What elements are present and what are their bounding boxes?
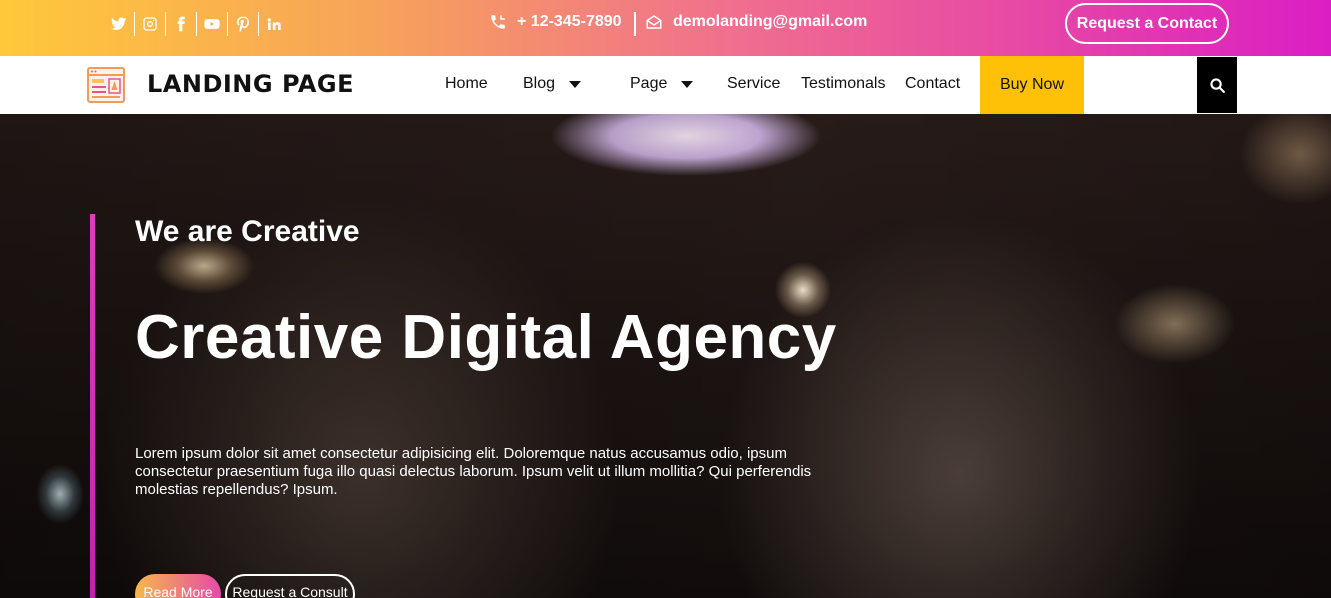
- hero-section: We are Creative Creative Digital Agency …: [0, 114, 1331, 598]
- divider: [227, 12, 228, 36]
- social-links: [104, 11, 289, 37]
- logo-icon[interactable]: [86, 66, 126, 104]
- youtube-icon[interactable]: [203, 15, 221, 33]
- nav-label: Home: [445, 75, 488, 92]
- envelope-open-icon: [646, 15, 662, 29]
- phone-number: + 12-345-7890: [517, 13, 622, 30]
- nav-item-page[interactable]: Page: [630, 75, 694, 93]
- caret-down-icon: [569, 80, 582, 88]
- email-contact[interactable]: demolanding@gmail.com: [645, 13, 867, 31]
- caret-down-icon: [681, 80, 694, 88]
- nav-item-service[interactable]: Service: [727, 75, 780, 93]
- phone-icon: [491, 15, 505, 29]
- hero-description: Lorem ipsum dolor sit amet consectetur a…: [135, 445, 812, 498]
- divider: [196, 12, 197, 36]
- linkedin-icon[interactable]: [265, 15, 283, 33]
- nav-label: Contact: [905, 75, 961, 92]
- nav-label: Service: [727, 75, 781, 92]
- request-consult-button[interactable]: Request a Consult: [225, 574, 355, 598]
- nav-item-contact[interactable]: Contact: [905, 75, 960, 93]
- email-address: demolanding@gmail.com: [673, 13, 868, 30]
- brand-name[interactable]: LANDING PAGE: [147, 70, 354, 98]
- hero-subtitle: We are Creative: [135, 215, 360, 248]
- pinterest-icon[interactable]: [234, 15, 252, 33]
- nav-label: Blog: [523, 75, 556, 92]
- search-button[interactable]: [1197, 57, 1237, 113]
- request-contact-button[interactable]: Request a Contact: [1065, 3, 1229, 44]
- search-icon: [1209, 77, 1225, 93]
- divider: [134, 12, 135, 36]
- hero-title: Creative Digital Agency: [135, 303, 837, 372]
- read-more-button[interactable]: Read More: [135, 574, 221, 598]
- nav-item-testimonals[interactable]: Testimonals: [801, 75, 885, 93]
- instagram-icon[interactable]: [141, 15, 159, 33]
- nav-label: Page: [630, 75, 668, 92]
- divider: [634, 12, 636, 36]
- nav-item-blog[interactable]: Blog: [523, 75, 582, 93]
- nav-item-home[interactable]: Home: [445, 75, 488, 93]
- phone-contact[interactable]: + 12-345-7890: [489, 13, 622, 31]
- divider: [165, 12, 166, 36]
- divider: [258, 12, 259, 36]
- facebook-icon[interactable]: [172, 15, 190, 33]
- top-bar: + 12-345-7890 demolanding@gmail.com Requ…: [0, 0, 1331, 56]
- nav-label: Testimonals: [801, 75, 886, 92]
- main-navbar: LANDING PAGE Home Blog Page Service Test…: [0, 56, 1331, 114]
- hero-accent-bar: [90, 214, 95, 598]
- twitter-icon[interactable]: [110, 15, 128, 33]
- buy-now-button[interactable]: Buy Now: [980, 56, 1084, 114]
